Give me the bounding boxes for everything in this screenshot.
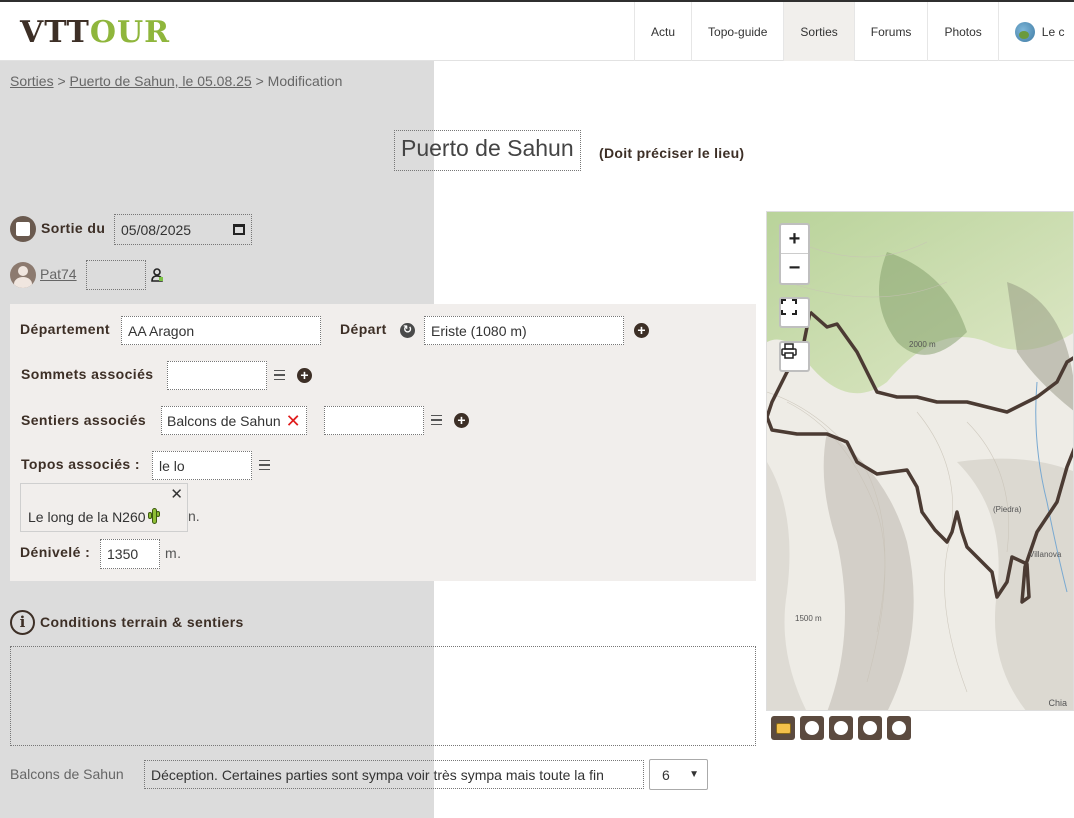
refresh-icon[interactable]: ↻ xyxy=(400,323,415,338)
conditions-title: Conditions terrain & sentiers xyxy=(40,614,244,630)
sentiers-list-icon[interactable] xyxy=(431,415,442,425)
denivele-label: Dénivelé : xyxy=(20,544,91,560)
parking-icon xyxy=(805,721,819,735)
depart-label: Départ xyxy=(340,321,387,337)
map-attribution[interactable]: Chia xyxy=(1048,698,1067,708)
map-place-label: 1500 m xyxy=(795,614,822,623)
fullscreen-icon xyxy=(781,299,797,315)
folder-icon xyxy=(775,722,791,734)
chevron-down-icon: ▼ xyxy=(689,769,699,780)
fullscreen-button[interactable] xyxy=(779,297,810,328)
user-globe-icon xyxy=(1014,21,1035,42)
map-place-label: Villanova xyxy=(1029,550,1062,559)
zoom-out-button[interactable]: − xyxy=(781,254,808,283)
site-logo[interactable]: VTTOUR xyxy=(20,18,170,48)
topo-suggestion-label: Le long de la N260 xyxy=(28,508,146,525)
date-picker-icon[interactable] xyxy=(233,224,245,235)
breadcrumb-trip-link[interactable]: Puerto de Sahun, le 05.08.25 xyxy=(70,73,252,89)
breadcrumb: Sorties > Puerto de Sahun, le 05.08.25 >… xyxy=(10,73,342,89)
navigation-arrow-icon xyxy=(892,721,906,735)
sommets-input[interactable] xyxy=(167,361,267,390)
logo-part-2: OUR xyxy=(89,15,171,50)
title-hint: (Doit préciser le lieu) xyxy=(599,145,745,161)
topos-label: Topos associés : xyxy=(21,456,140,472)
breadcrumb-current: Modification xyxy=(267,73,343,89)
map-place-label: (Piedra) xyxy=(993,505,1022,514)
map-terrain xyxy=(767,212,1073,710)
date-value: 05/08/2025 xyxy=(121,221,192,238)
breadcrumb-separator: > xyxy=(57,73,66,89)
author-avatar xyxy=(10,262,36,288)
pass-tool-button[interactable] xyxy=(858,716,882,740)
close-icon[interactable]: ✕ xyxy=(170,485,183,503)
trail-rating-select[interactable]: 6 ▼ xyxy=(649,759,708,790)
map-zoom-control: + − xyxy=(779,223,810,285)
logo-part-1: VTT xyxy=(20,15,90,50)
add-sentier-icon[interactable]: + xyxy=(454,413,469,428)
sentier-chip-label: Balcons de Sahun xyxy=(167,412,281,429)
topos-input[interactable]: le lo xyxy=(152,451,252,480)
top-navbar: VTTOUR Actu Topo-guide Sorties Forums Ph… xyxy=(0,2,1074,61)
direction-tool-button[interactable] xyxy=(887,716,911,740)
title-input[interactable]: Puerto de Sahun xyxy=(394,130,581,171)
parking-tool-button[interactable] xyxy=(800,716,824,740)
topo-suggestion-item[interactable]: Le long de la N260 xyxy=(28,508,160,525)
depart-input[interactable]: Eriste (1080 m) xyxy=(424,316,624,345)
hidden-unit-text: n. xyxy=(188,508,200,524)
map-toolbar xyxy=(771,716,911,740)
sommets-label: Sommets associés xyxy=(21,366,154,382)
author-link[interactable]: Pat74 xyxy=(40,266,77,282)
pass-icon xyxy=(863,721,877,735)
main-nav: Actu Topo-guide Sorties Forums Photos Le… xyxy=(634,2,1064,61)
departement-label: Département xyxy=(20,321,110,337)
user-menu-label: Le c xyxy=(1041,24,1065,39)
sommets-list-icon[interactable] xyxy=(274,370,285,380)
sortie-date-input[interactable]: 05/08/2025 xyxy=(114,214,252,245)
printer-icon xyxy=(781,343,797,359)
calendar-icon xyxy=(10,216,36,242)
conditions-textarea[interactable] xyxy=(10,646,756,746)
map-place-label: 2000 m xyxy=(909,340,936,349)
cactus-icon xyxy=(147,508,160,525)
nav-user-menu[interactable]: Le c xyxy=(997,2,1065,61)
add-depart-icon[interactable]: + xyxy=(634,323,649,338)
zoom-in-button[interactable]: + xyxy=(781,225,808,254)
denivele-unit: m. xyxy=(165,545,182,561)
open-gpx-button[interactable] xyxy=(771,716,795,740)
sentiers-input[interactable] xyxy=(324,406,424,435)
topos-list-icon[interactable] xyxy=(259,460,270,470)
nav-sorties[interactable]: Sorties xyxy=(783,2,854,61)
remove-chip-icon[interactable]: ✕ xyxy=(286,412,301,430)
add-user-icon[interactable] xyxy=(151,268,163,282)
add-sommet-icon[interactable]: + xyxy=(297,368,312,383)
trail-review-comment-input[interactable]: Déception. Certaines parties sont sympa … xyxy=(144,760,644,789)
co-author-input[interactable] xyxy=(86,260,146,290)
info-icon: i xyxy=(10,610,35,635)
breadcrumb-sorties-link[interactable]: Sorties xyxy=(10,73,54,89)
nav-forums[interactable]: Forums xyxy=(853,2,928,61)
nav-photos[interactable]: Photos xyxy=(927,2,997,61)
trail-rating-value: 6 xyxy=(662,766,670,783)
nav-actu[interactable]: Actu xyxy=(634,2,691,61)
topo-suggestion-popup[interactable]: ✕ Le long de la N260 xyxy=(20,483,188,532)
trail-review-label: Balcons de Sahun xyxy=(10,766,124,782)
sentier-chip: Balcons de Sahun ✕ xyxy=(161,406,307,435)
sentiers-label: Sentiers associés xyxy=(21,412,147,428)
departement-input[interactable]: AA Aragon xyxy=(121,316,321,345)
nav-topo-guide[interactable]: Topo-guide xyxy=(691,2,783,61)
summit-tool-button[interactable] xyxy=(829,716,853,740)
summit-icon xyxy=(834,721,848,735)
print-button[interactable] xyxy=(779,341,810,372)
sortie-date-label: Sortie du xyxy=(41,220,106,236)
denivele-input[interactable]: 1350 xyxy=(100,539,160,569)
breadcrumb-separator: > xyxy=(255,73,264,89)
route-map[interactable]: + − Villanova (Piedra) 2000 m 1500 m Chi… xyxy=(766,211,1074,711)
